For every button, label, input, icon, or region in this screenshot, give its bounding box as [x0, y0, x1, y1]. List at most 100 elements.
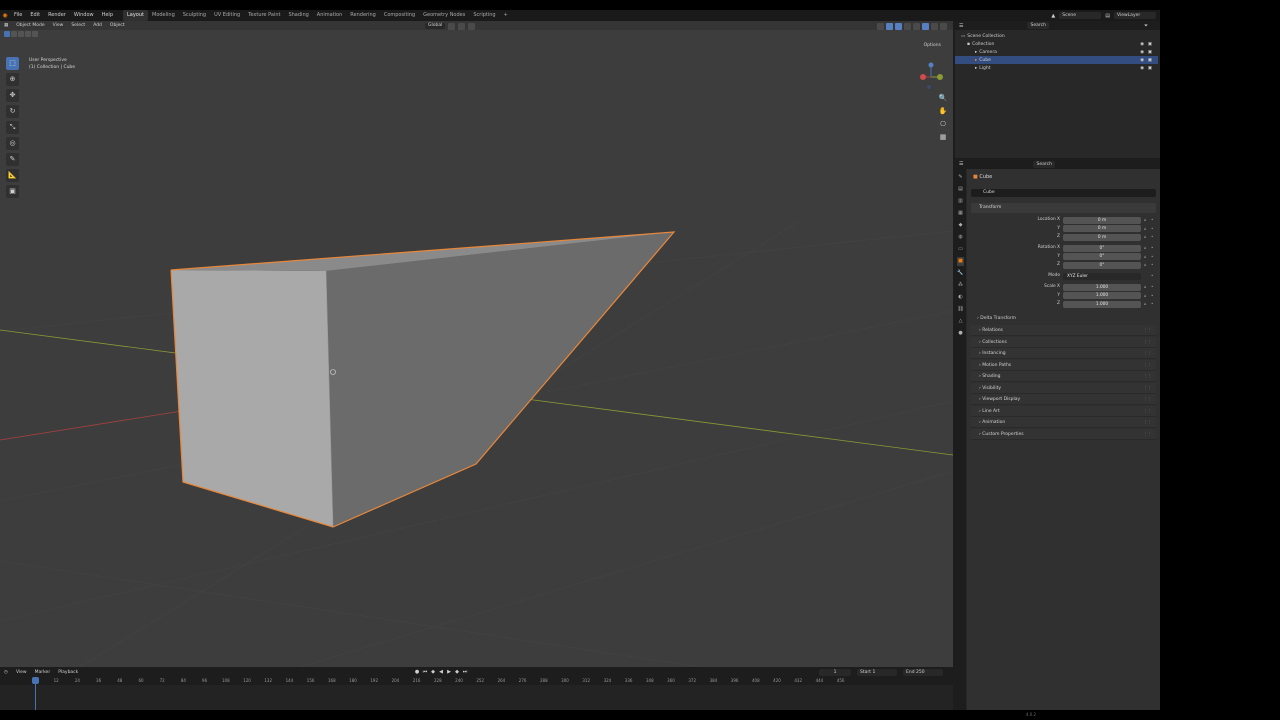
- viewport-menu-add[interactable]: Add: [89, 23, 106, 28]
- workspace-tab-sculpting[interactable]: Sculpting: [179, 10, 210, 21]
- keyframe-dot-icon[interactable]: •: [1151, 272, 1153, 280]
- material-shading-icon[interactable]: [931, 22, 938, 30]
- keyframe-dot-icon[interactable]: •: [1151, 244, 1153, 252]
- pivot-icon[interactable]: [448, 22, 456, 30]
- rotation-x-field[interactable]: 0°: [1063, 244, 1141, 252]
- timeline-ruler[interactable]: 0122436486072849610812013214415616818019…: [0, 677, 953, 685]
- visibility-eye-icon[interactable]: ◉: [1140, 66, 1144, 71]
- play-reverse-icon[interactable]: ◀: [438, 669, 444, 675]
- panel-collections[interactable]: › Collections ⋮⋮: [971, 336, 1156, 348]
- drag-grip-icon[interactable]: ⋮⋮: [1143, 417, 1152, 428]
- cube-front-face[interactable]: [171, 270, 333, 527]
- object-tab-icon[interactable]: ■: [957, 257, 964, 266]
- scale-y-field[interactable]: 1.000: [1063, 292, 1141, 299]
- add-cube-tool-icon[interactable]: ▣: [6, 185, 19, 198]
- workspace-tab-modeling[interactable]: Modeling: [148, 10, 179, 21]
- panel-custom-properties[interactable]: › Custom Properties ⋮⋮: [971, 428, 1156, 440]
- visibility-eye-icon[interactable]: ◉: [1140, 50, 1144, 55]
- panel-instancing[interactable]: › Instancing ⋮⋮: [971, 348, 1156, 359]
- snap-icon[interactable]: [458, 22, 466, 30]
- outliner-row-scene-collection[interactable]: ▭ Scene Collection: [955, 32, 1158, 40]
- drag-grip-icon[interactable]: ⋮⋮: [1143, 325, 1152, 336]
- lock-icon[interactable]: ⌂: [1144, 253, 1147, 261]
- pan-hand-icon[interactable]: ✋: [938, 106, 948, 116]
- xray-icon[interactable]: [904, 22, 911, 30]
- orientation-dropdown[interactable]: Global: [425, 23, 446, 29]
- 3d-viewport[interactable]: ▦ Object Mode View Select Add Object Glo…: [0, 21, 953, 667]
- outliner-row-camera[interactable]: ▸ Camera ◉ ▣: [955, 48, 1158, 56]
- rotation-y-field[interactable]: 0°: [1063, 253, 1141, 260]
- physics-tab-icon[interactable]: ◐: [957, 293, 964, 302]
- jump-start-icon[interactable]: ⏮: [422, 669, 428, 675]
- keyframe-dot-icon[interactable]: •: [1151, 292, 1153, 300]
- workspace-tab-layout[interactable]: Layout: [123, 10, 148, 21]
- menu-file[interactable]: File: [10, 10, 26, 21]
- annotate-tool-icon[interactable]: ✎: [6, 153, 19, 166]
- lock-icon[interactable]: ⌂: [1144, 300, 1147, 308]
- select-extend-icon[interactable]: [11, 31, 17, 37]
- workspace-tab-scripting[interactable]: Scripting: [469, 10, 499, 21]
- render-camera-icon[interactable]: ▣: [1148, 66, 1152, 71]
- particles-tab-icon[interactable]: ⁂: [957, 281, 964, 290]
- menu-help[interactable]: Help: [98, 10, 117, 21]
- drag-grip-icon[interactable]: ⋮⋮: [1143, 429, 1152, 440]
- drag-grip-icon[interactable]: ⋮⋮: [1143, 394, 1152, 405]
- proportional-edit-icon[interactable]: [468, 22, 476, 30]
- scale-x-field[interactable]: 1.000: [1063, 283, 1141, 291]
- filter-icon[interactable]: ⏷: [1144, 23, 1148, 29]
- select-invert-icon[interactable]: [25, 31, 31, 37]
- keyframe-dot-icon[interactable]: •: [1151, 233, 1153, 241]
- zoom-icon[interactable]: 🔍: [938, 93, 948, 103]
- workspace-tab-texture-paint[interactable]: Texture Paint: [244, 10, 284, 21]
- data-tab-icon[interactable]: △: [957, 317, 964, 326]
- lock-icon[interactable]: ⌂: [1144, 292, 1147, 300]
- render-camera-icon[interactable]: ▣: [1148, 50, 1152, 55]
- timeline-editor-type-icon[interactable]: ◷: [0, 670, 12, 675]
- visibility-eye-icon[interactable]: ◉: [1140, 42, 1144, 47]
- options-dropdown[interactable]: Options: [924, 43, 941, 48]
- location-x-field[interactable]: 0 m: [1063, 216, 1141, 224]
- render-camera-icon[interactable]: ▣: [1148, 42, 1152, 47]
- workspace-tab-rendering[interactable]: Rendering: [346, 10, 380, 21]
- drag-grip-icon[interactable]: ⋮⋮: [1143, 406, 1152, 417]
- tool-tab-icon[interactable]: ✎: [957, 173, 964, 182]
- end-frame-field[interactable]: End 250: [903, 668, 943, 676]
- panel-animation[interactable]: › Animation ⋮⋮: [971, 417, 1156, 428]
- output-tab-icon[interactable]: ▥: [957, 197, 964, 206]
- object-name-field[interactable]: Cube: [971, 189, 1156, 197]
- scale-z-field[interactable]: 1.000: [1063, 300, 1141, 308]
- play-icon[interactable]: ▶: [446, 669, 452, 675]
- solid-shading-icon[interactable]: [922, 22, 929, 30]
- keyframe-dot-icon[interactable]: •: [1151, 283, 1153, 291]
- lock-icon[interactable]: ⌂: [1144, 225, 1147, 233]
- view-layer-tab-icon[interactable]: ▦: [957, 209, 964, 218]
- rotation-z-field[interactable]: 0°: [1063, 261, 1141, 269]
- select-box-tool-icon[interactable]: ⬚: [6, 57, 19, 70]
- viewport-menu-select[interactable]: Select: [67, 23, 89, 28]
- drag-grip-icon[interactable]: ⋮⋮: [1143, 371, 1152, 382]
- visibility-eye-icon[interactable]: ◉: [1140, 58, 1144, 63]
- panel-visibility[interactable]: › Visibility ⋮⋮: [971, 382, 1156, 394]
- move-tool-icon[interactable]: ✥: [6, 89, 19, 102]
- visibility-icon[interactable]: [877, 22, 884, 30]
- workspace-tab-uv-editing[interactable]: UV Editing: [210, 10, 244, 21]
- editor-type-icon[interactable]: ▦: [0, 23, 12, 28]
- keyframe-dot-icon[interactable]: •: [1151, 261, 1153, 269]
- add-workspace-button[interactable]: +: [500, 10, 512, 21]
- transform-panel-header[interactable]: Transform: [971, 203, 1156, 213]
- render-tab-icon[interactable]: ▤: [957, 185, 964, 194]
- viewport-menu-view[interactable]: View: [49, 23, 68, 28]
- workspace-tab-animation[interactable]: Animation: [313, 10, 347, 21]
- scale-tool-icon[interactable]: ⤡: [6, 121, 19, 134]
- workspace-tab-shading[interactable]: Shading: [284, 10, 312, 21]
- measure-tool-icon[interactable]: 📐: [6, 169, 19, 182]
- menu-edit[interactable]: Edit: [26, 10, 44, 21]
- cursor-tool-icon[interactable]: ⊕: [6, 73, 19, 86]
- location-y-field[interactable]: 0 m: [1063, 225, 1141, 232]
- material-tab-icon[interactable]: ●: [957, 329, 964, 338]
- prev-keyframe-icon[interactable]: ◆: [430, 669, 436, 675]
- panel-shading[interactable]: › Shading ⋮⋮: [971, 371, 1156, 382]
- workspace-tab-compositing[interactable]: Compositing: [380, 10, 419, 21]
- keyframe-dot-icon[interactable]: •: [1151, 216, 1153, 224]
- drag-grip-icon[interactable]: ⋮⋮: [1143, 348, 1152, 359]
